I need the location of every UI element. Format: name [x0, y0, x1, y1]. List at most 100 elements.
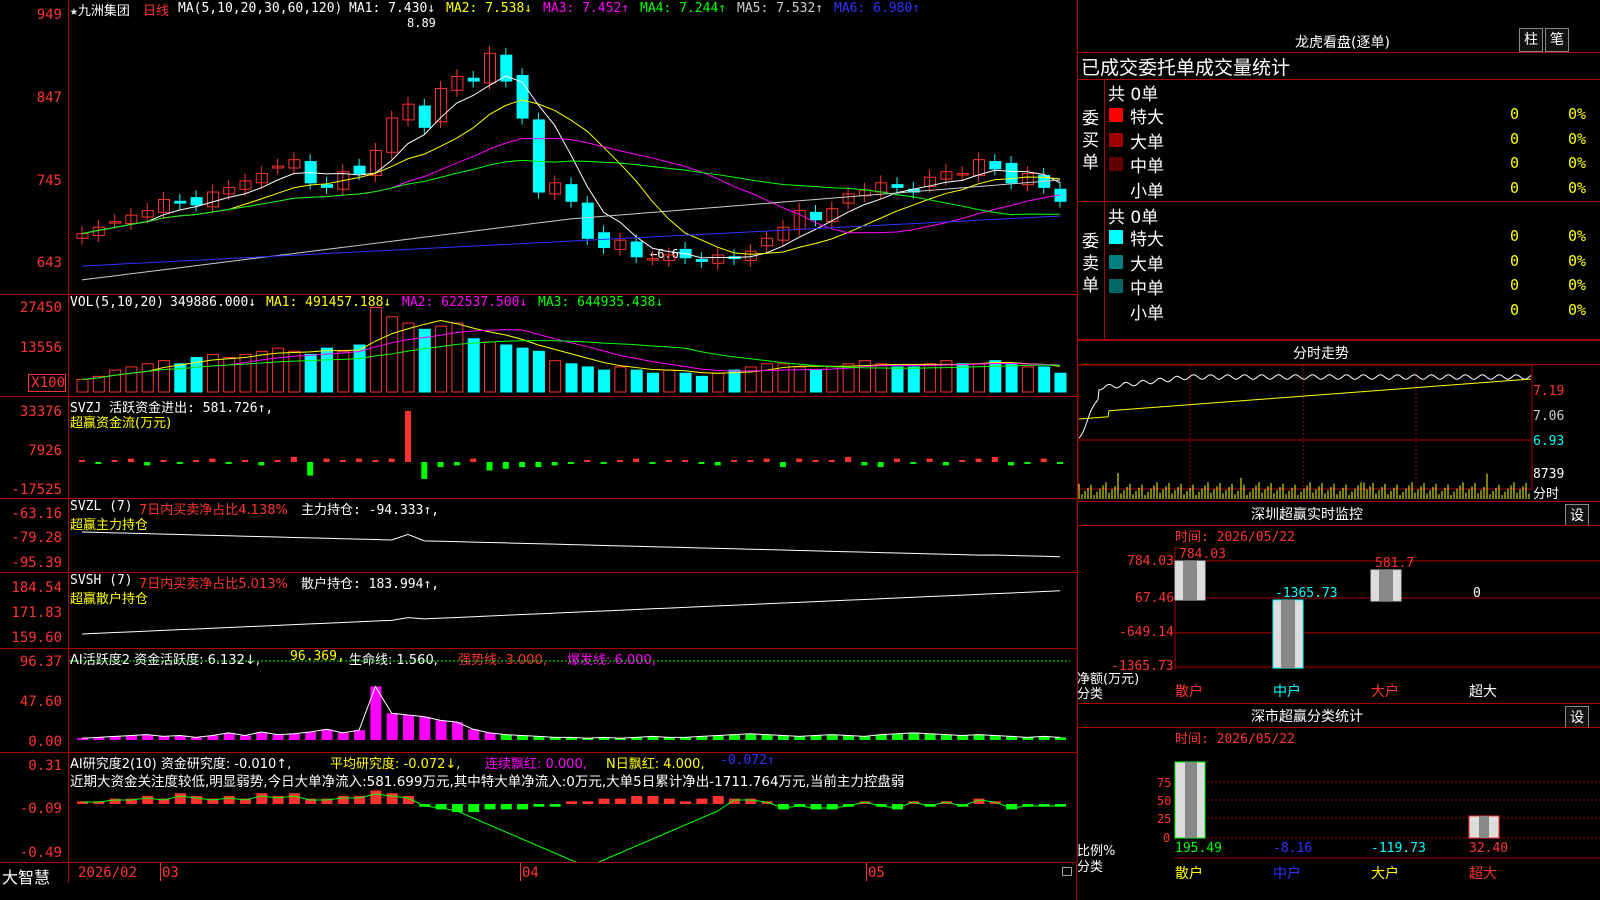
research-bar — [174, 793, 186, 804]
dragon-header: 已成交委托单成交量统计 — [1081, 57, 1291, 79]
fund-flow-bar — [763, 458, 770, 462]
candle-body — [418, 105, 431, 128]
ai-active-chart[interactable] — [0, 648, 1077, 752]
main-position-line — [81, 531, 1061, 558]
activity-bar — [386, 713, 398, 740]
volume-chart[interactable] — [0, 294, 1077, 396]
candle-body — [532, 119, 545, 193]
candle-body — [565, 184, 578, 202]
order-color-swatch — [1109, 303, 1123, 318]
monitor-category-label: 超大 — [1469, 684, 1497, 700]
fund-flow-bar — [209, 458, 216, 462]
candle-body — [695, 259, 708, 262]
activity-bar — [240, 735, 251, 740]
fund-flow-bar — [290, 456, 297, 462]
activity-bar — [729, 734, 740, 740]
fund-flow-bar — [453, 462, 460, 466]
order-count: 0 — [1510, 300, 1520, 319]
classify-category-label: 散户 — [1175, 865, 1203, 882]
volume-bar — [663, 369, 676, 393]
svsh-panel[interactable]: SVSH (7) 7日内买卖净占比5.013% 散户持仓: 183.994↑, … — [0, 572, 1078, 649]
order-color-swatch — [1109, 157, 1123, 171]
classify-category-label: 中户 — [1273, 865, 1301, 882]
volume-bar — [891, 366, 904, 393]
volume-bar — [272, 347, 285, 393]
dragon-panel: 龙虎看盘(逐单) 柱 笔 已成交委托单成交量统计 委买单 委卖单 共 0单 共 … — [1077, 0, 1600, 341]
dragon-table: 已成交委托单成交量统计 委买单 委卖单 共 0单 共 0单 特大 0 0% 大单 0 0%… — [1077, 52, 1600, 341]
candle-body — [304, 161, 317, 184]
research-bar — [109, 798, 121, 804]
candle-body — [353, 165, 366, 175]
classify-chart[interactable]: 195.49 -8.16 -119.73 32.40 散户 中户 大户 超大 — [1077, 704, 1600, 900]
order-size-label: 特大 — [1130, 230, 1164, 250]
monitor-chart[interactable]: 784.03 -1365.73 581.7 0 散户 中户 大户 超大 — [1077, 502, 1600, 704]
volume-bar — [125, 366, 138, 393]
fund-flow-bar — [176, 462, 183, 464]
activity-bar — [940, 734, 952, 740]
x-label-feb: 2026/02 — [78, 865, 138, 881]
volume-bar — [337, 350, 350, 393]
order-percent: 0% — [1568, 300, 1587, 319]
research-bar — [549, 804, 561, 807]
activity-bar — [305, 731, 317, 740]
volume-bar — [614, 366, 627, 393]
ma120-line — [81, 215, 1061, 267]
kline-panel[interactable]: ★九洲集团 日线 MA(5,10,20,30,60,120) MA1: 7.43… — [0, 0, 1078, 295]
order-size-label: 大单 — [1130, 132, 1164, 153]
intraday-panel[interactable]: 分时走势 7.19 7.06 6.93 8739 分时 — [1077, 340, 1600, 502]
svsh-chart[interactable] — [0, 572, 1077, 648]
fund-flow-bar — [95, 462, 102, 464]
fund-flow-bar — [942, 462, 949, 466]
activity-bar — [908, 732, 920, 740]
stroke-view-button[interactable]: 笔 — [1545, 28, 1569, 52]
svzl-panel[interactable]: SVZL (7) 7日内买卖净占比4.138% 主力持仓: -94.333↑, … — [0, 498, 1078, 573]
volume-bar — [712, 372, 725, 393]
svzj-panel[interactable]: SVZJ 活跃资金进出: 581.726↑, 超赢资金流(万元) 33376 7… — [0, 396, 1078, 499]
research-bar — [386, 793, 398, 804]
classify-panel[interactable]: 深市超赢分类统计 设 时间: 2026/05/22 75 50 25 0 比例%… — [1077, 704, 1600, 900]
ai-active-panel[interactable]: AI活跃度2 资金活跃度: 6.132↓, 96.369, 生命线: 1.560… — [0, 648, 1078, 753]
intraday-chart[interactable] — [1077, 341, 1600, 503]
volume-panel[interactable]: VOL(5,10,20) 349886.000↓ MA1: 491457.188… — [0, 294, 1078, 397]
fund-flow-bar — [160, 460, 167, 462]
order-size-label: 中单 — [1130, 157, 1164, 177]
order-size-label: 中单 — [1130, 279, 1164, 299]
order-color-swatch — [1109, 132, 1123, 147]
fund-flow-bar — [551, 462, 558, 466]
ai-research-chart[interactable] — [0, 752, 1077, 862]
kline-chart[interactable] — [0, 0, 1077, 294]
lock-icon[interactable] — [1062, 867, 1072, 876]
volume-bar — [223, 357, 236, 393]
volume-bar — [581, 366, 594, 393]
fund-flow-bar — [519, 462, 526, 468]
fund-flow-bar — [894, 458, 900, 462]
order-percent: 0% — [1568, 251, 1587, 270]
fund-flow-bar — [861, 462, 868, 466]
order-percent: 0% — [1568, 129, 1587, 148]
volume-bar — [532, 350, 545, 393]
svzl-chart[interactable] — [0, 498, 1077, 572]
fund-flow-bar — [910, 462, 917, 464]
fund-flow-bar — [127, 458, 134, 462]
fund-flow-bar — [812, 460, 819, 462]
x-axis-bar: 大智慧 2026/02 03 04 05 — [0, 862, 1077, 900]
candle-body — [467, 77, 480, 82]
monitor-value-label: 784.03 — [1179, 547, 1226, 562]
monitor-panel[interactable]: 深圳超赢实时监控 设 时间: 2026/05/22 784.03 67.46 -… — [1077, 502, 1600, 704]
fund-flow-bar — [502, 462, 509, 469]
research-bar — [142, 795, 154, 804]
activity-bar — [158, 736, 170, 740]
activity-bar — [745, 733, 757, 740]
activity-bar — [500, 734, 512, 740]
monitor-bar-shade — [1379, 570, 1393, 601]
candle-body — [190, 197, 203, 206]
research-bar — [533, 804, 545, 807]
svzj-chart[interactable] — [0, 396, 1077, 498]
activity-bar — [761, 734, 773, 740]
volume-bar — [679, 372, 692, 393]
activity-bar — [288, 733, 300, 740]
column-view-button[interactable]: 柱 — [1519, 28, 1543, 52]
ai-research-panel[interactable]: AI研究度2(10) 资金研究度: -0.010↑, 平均研究度: -0.072… — [0, 752, 1078, 862]
fund-flow-bar — [1040, 458, 1047, 462]
research-line — [82, 793, 1060, 862]
